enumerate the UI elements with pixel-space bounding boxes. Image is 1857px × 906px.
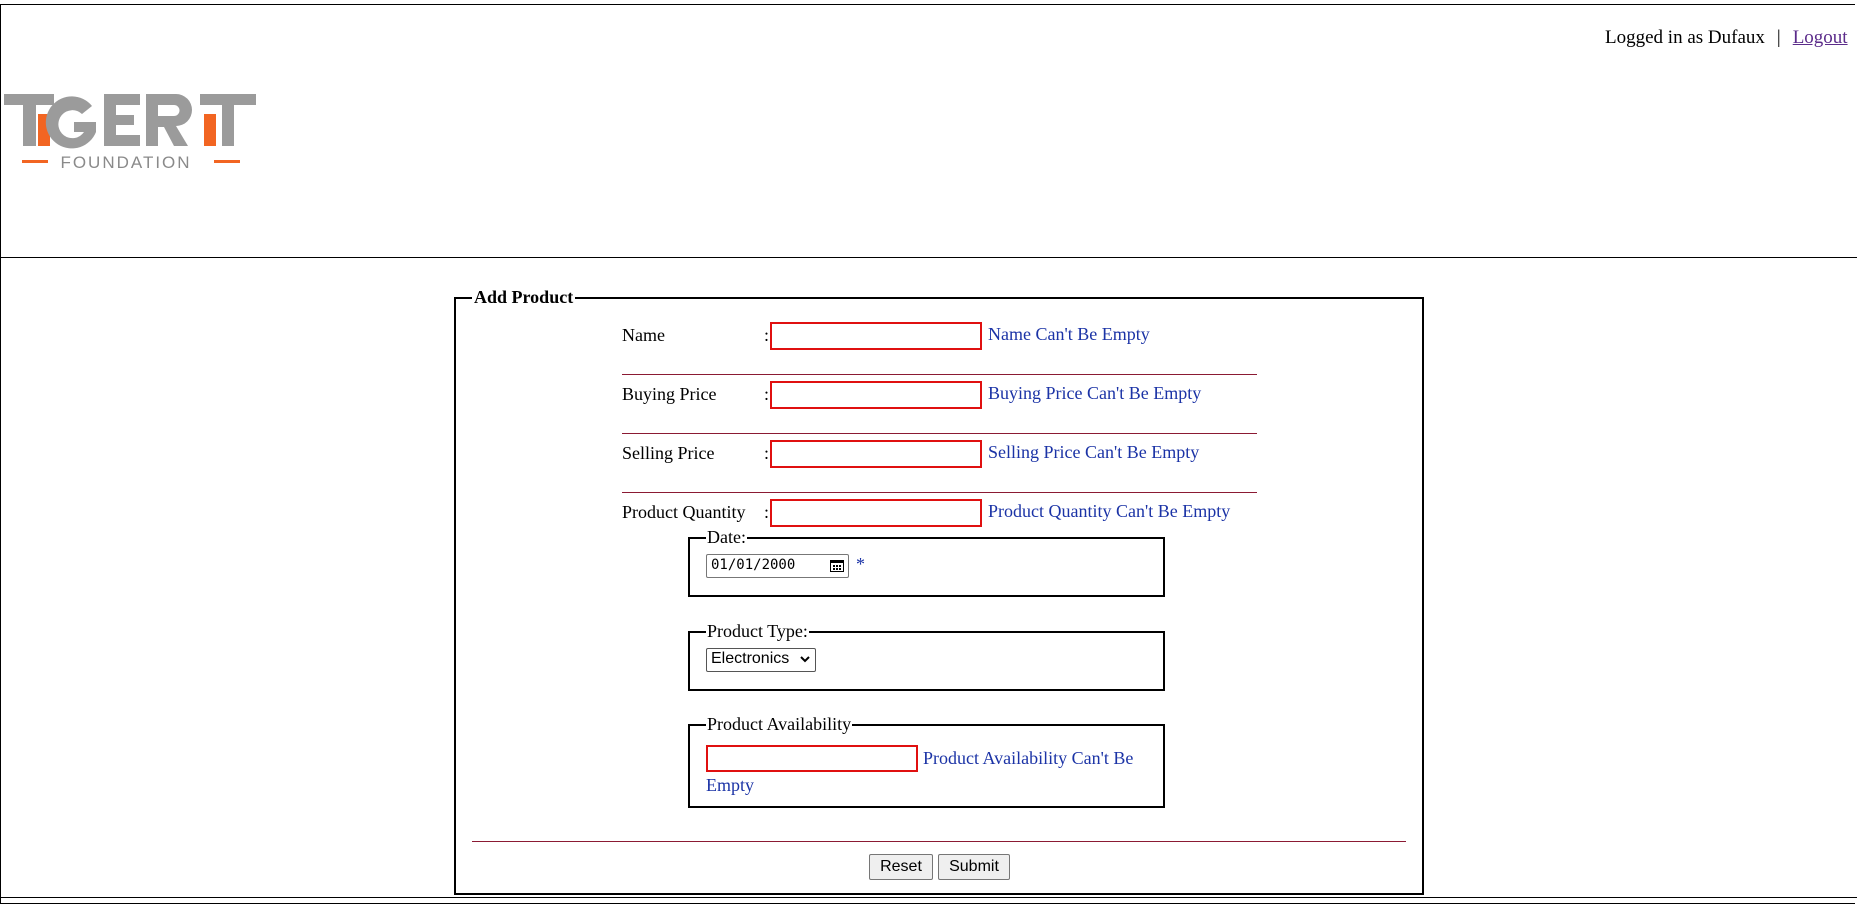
reset-button[interactable]: Reset (869, 854, 933, 880)
product-availability-fieldset: Product Availability Product Availabilit… (688, 714, 1165, 808)
buying-price-label: Buying Price (622, 384, 717, 404)
name-colon: : (764, 325, 770, 345)
date-legend: Date: (707, 527, 746, 547)
name-label: Name (622, 325, 665, 345)
logout-link[interactable]: Logout (1793, 27, 1848, 48)
separator: | (1776, 27, 1781, 48)
date-value: 01/01/2000 (711, 557, 796, 573)
product-type-fieldset: Product Type: Electronics (688, 621, 1165, 691)
product-quantity-label: Product Quantity (622, 502, 746, 522)
product-type-selected: Electronics (711, 650, 790, 667)
product-quantity-colon: : (764, 502, 770, 522)
header-divider (0, 257, 1857, 258)
selling-price-row: Selling Price : Selling Price Can't Be E… (622, 434, 1257, 493)
product-type-legend: Product Type: (707, 621, 808, 641)
buying-price-input[interactable] (770, 381, 982, 409)
buying-price-row: Buying Price : Buying Price Can't Be Emp… (622, 375, 1257, 434)
footer-divider (0, 897, 1857, 898)
logo-sub-text: FOUNDATION (60, 153, 191, 172)
add-product-legend: Add Product (474, 287, 574, 307)
name-error: Name Can't Be Empty (988, 324, 1150, 344)
chevron-down-icon (800, 656, 810, 663)
selling-price-input[interactable] (770, 440, 982, 468)
product-quantity-error: Product Quantity Can't Be Empty (988, 501, 1231, 521)
submit-button[interactable]: Submit (938, 854, 1010, 880)
selling-price-colon: : (764, 443, 770, 463)
buying-price-colon: : (764, 384, 770, 404)
user-bar: Logged in as Dufaux | Logout (1605, 27, 1848, 49)
selling-price-label: Selling Price (622, 443, 715, 463)
name-input[interactable] (770, 322, 982, 350)
form-bottom-divider (472, 841, 1406, 842)
date-input[interactable]: 01/01/2000 (706, 554, 849, 578)
selling-price-error: Selling Price Can't Be Empty (988, 442, 1200, 462)
tiger-it-foundation-logo: FOUNDATION (4, 94, 256, 172)
buying-price-error: Buying Price Can't Be Empty (988, 383, 1202, 403)
product-type-select[interactable]: Electronics (706, 648, 816, 672)
name-row: Name : Name Can't Be Empty (622, 316, 1257, 375)
logged-in-text: Logged in as Dufaux (1605, 27, 1765, 48)
product-quantity-input[interactable] (770, 499, 982, 527)
product-availability-legend: Product Availability (707, 714, 852, 734)
date-fieldset: Date: 01/01/2000 * (688, 527, 1165, 597)
product-availability-input[interactable] (706, 745, 918, 772)
calendar-icon[interactable] (830, 559, 844, 572)
required-star: * (856, 554, 865, 574)
